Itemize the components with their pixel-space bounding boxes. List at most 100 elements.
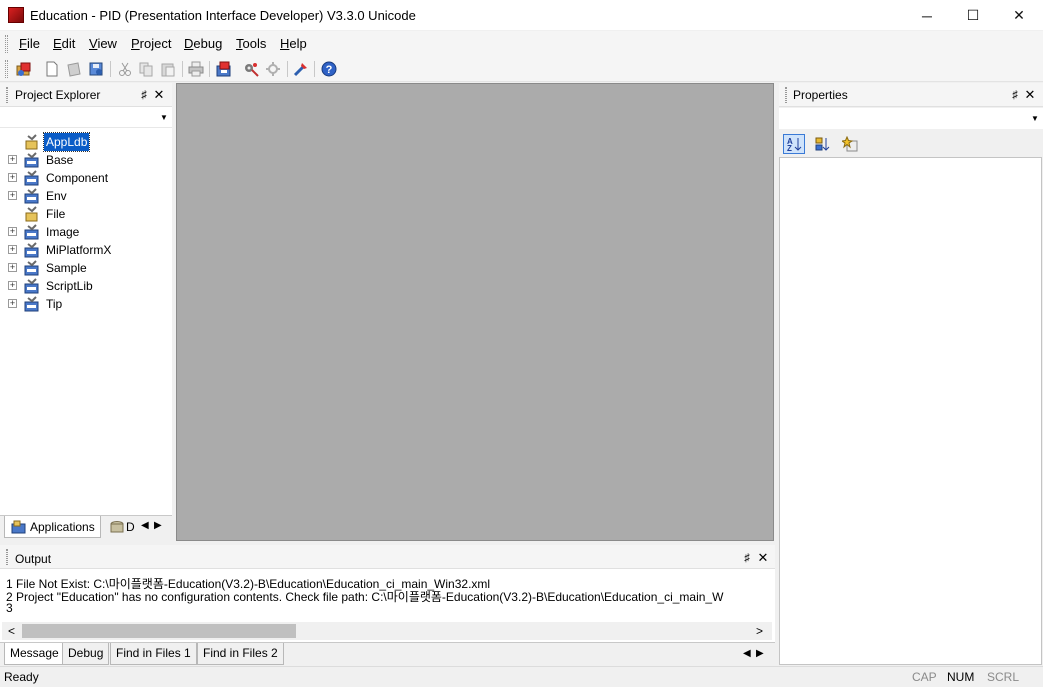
- menu-view[interactable]: View: [89, 36, 117, 51]
- save-all-icon[interactable]: [87, 60, 105, 78]
- pane-grip[interactable]: [785, 87, 787, 103]
- tree-item[interactable]: + Base: [0, 151, 172, 169]
- expand-icon[interactable]: +: [8, 263, 17, 272]
- sort-alphabetical-icon: AZ: [787, 137, 802, 152]
- pane-grip[interactable]: [6, 549, 8, 565]
- menu-view-label: iew: [97, 36, 117, 51]
- folder-component-icon: [24, 278, 39, 294]
- expand-icon[interactable]: +: [8, 281, 17, 290]
- chevron-down-icon[interactable]: ▼: [1031, 114, 1041, 124]
- menu-project[interactable]: Project: [131, 36, 171, 51]
- menu-tools-label: ools: [242, 36, 267, 51]
- help-icon[interactable]: ?: [320, 60, 338, 78]
- expand-icon[interactable]: +: [8, 155, 17, 164]
- tab-scroll-left-icon[interactable]: ◀: [141, 520, 149, 531]
- tree-item-label: Component: [46, 171, 109, 185]
- debug-icon[interactable]: [264, 60, 282, 78]
- close-icon[interactable]: ✕: [757, 551, 769, 564]
- toolbar-separator: [182, 61, 183, 77]
- tree-item[interactable]: File: [0, 205, 172, 223]
- tab-database[interactable]: D: [104, 518, 136, 538]
- project-explorer-title: Project Explorer: [15, 88, 101, 102]
- cut-icon[interactable]: [116, 60, 134, 78]
- folder-component-icon: [24, 260, 39, 276]
- expand-icon[interactable]: +: [8, 227, 17, 236]
- properties-object-dropdown[interactable]: [779, 108, 1043, 129]
- toolbar-grip[interactable]: [5, 60, 8, 78]
- menu-edit-label: dit: [61, 36, 76, 51]
- sort-alphabetical-button[interactable]: AZ: [783, 134, 805, 154]
- tab-message[interactable]: Message: [4, 643, 65, 665]
- property-pages-button[interactable]: [839, 134, 861, 154]
- menu-debug[interactable]: Debug: [184, 36, 222, 51]
- scroll-lock-indicator: SCRL: [987, 670, 1020, 684]
- editor-area[interactable]: [176, 83, 774, 541]
- build-icon[interactable]: [215, 60, 233, 78]
- window-title: Education - PID (Presentation Interface …: [30, 8, 416, 23]
- status-text: Ready: [4, 670, 39, 684]
- toolbar-separator: [209, 61, 210, 77]
- scrollbar-thumb[interactable]: [22, 624, 296, 638]
- chevron-down-icon[interactable]: ▼: [160, 113, 170, 123]
- tab-scroll-right-icon[interactable]: ▶: [154, 520, 162, 531]
- tree-item[interactable]: AppLdb: [0, 132, 172, 152]
- tree-item[interactable]: + ScriptLib: [0, 277, 172, 295]
- close-icon[interactable]: ✕: [1024, 88, 1036, 101]
- tree-item-label: Base: [46, 153, 74, 167]
- tab-scroll-right-icon[interactable]: ▶: [756, 648, 764, 659]
- run-icon[interactable]: [242, 60, 260, 78]
- tree-item[interactable]: + Image: [0, 223, 172, 241]
- toolbar-separator: [314, 61, 315, 77]
- scroll-right-icon[interactable]: >: [756, 624, 763, 638]
- sort-categorized-button[interactable]: [811, 134, 833, 154]
- folder-component-icon: [24, 296, 39, 312]
- scroll-left-icon[interactable]: <: [8, 624, 15, 638]
- paste-icon[interactable]: [159, 60, 177, 78]
- applications-icon: [11, 520, 26, 534]
- tree-item-label: Image: [46, 225, 80, 239]
- tree-item[interactable]: + Component: [0, 169, 172, 187]
- save-icon[interactable]: [65, 60, 83, 78]
- tab-find-in-files-1[interactable]: Find in Files 1: [110, 643, 197, 665]
- menu-tools[interactable]: Tools: [236, 36, 266, 51]
- tree-item[interactable]: + Env: [0, 187, 172, 205]
- expand-icon[interactable]: +: [8, 191, 17, 200]
- output-line: 2 Project "Education" has no configurati…: [6, 590, 724, 604]
- menu-help[interactable]: Help: [280, 36, 307, 51]
- expand-icon[interactable]: +: [8, 299, 17, 308]
- minimize-button[interactable]: ─: [904, 0, 950, 31]
- tree-item-label: File: [46, 207, 66, 221]
- menu-file[interactable]: File: [19, 36, 40, 51]
- maximize-button[interactable]: ☐: [950, 0, 996, 31]
- tab-scroll-left-icon[interactable]: ◀: [743, 648, 751, 659]
- menu-edit[interactable]: Edit: [53, 36, 75, 51]
- expand-icon[interactable]: +: [8, 173, 17, 182]
- svg-text:Z: Z: [787, 144, 792, 152]
- tab-debug[interactable]: Debug: [62, 643, 110, 665]
- project-selector-dropdown[interactable]: [0, 107, 172, 128]
- pin-icon[interactable]: ♯: [742, 552, 752, 564]
- new-file-icon[interactable]: [43, 60, 61, 78]
- copy-icon[interactable]: [137, 60, 155, 78]
- folder-component-icon: [24, 242, 39, 258]
- menu-project-mnemonic: P: [131, 36, 140, 51]
- menu-help-mnemonic: H: [280, 36, 290, 51]
- tree-item-label: ScriptLib: [46, 279, 93, 293]
- properties-grid[interactable]: [779, 157, 1042, 665]
- pin-icon[interactable]: ♯: [139, 89, 149, 101]
- menu-file-mnemonic: F: [19, 36, 27, 51]
- pane-grip[interactable]: [6, 87, 8, 103]
- tab-find-in-files-2[interactable]: Find in Files 2: [197, 643, 284, 665]
- pin-icon[interactable]: ♯: [1010, 89, 1020, 101]
- close-icon[interactable]: ✕: [153, 88, 165, 101]
- expand-icon[interactable]: +: [8, 245, 17, 254]
- options-icon[interactable]: [292, 60, 310, 78]
- open-project-icon[interactable]: [15, 60, 33, 78]
- tab-applications[interactable]: Applications: [4, 516, 101, 538]
- menu-grip[interactable]: [5, 35, 8, 53]
- tree-item[interactable]: + Tip: [0, 295, 172, 313]
- print-icon[interactable]: [187, 60, 205, 78]
- close-window-button[interactable]: ✕: [996, 0, 1042, 31]
- tree-item[interactable]: + MiPlatformX: [0, 241, 172, 259]
- tree-item[interactable]: + Sample: [0, 259, 172, 277]
